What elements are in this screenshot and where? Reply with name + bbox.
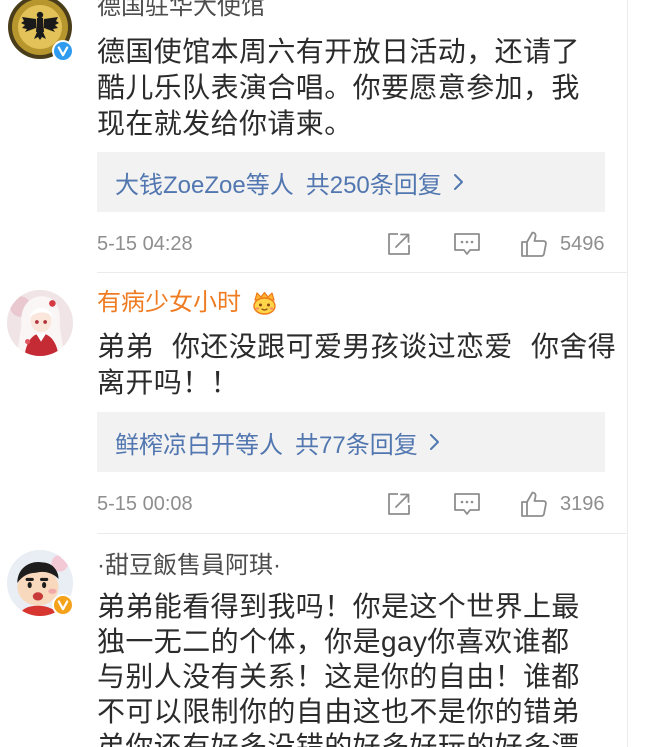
replies-link[interactable]: 鲜榨凉白开等人 共77条回复 xyxy=(97,412,605,472)
comment-text-line: 独一无二的个体，你是gay你喜欢谁都 xyxy=(97,626,570,657)
like-button[interactable]: 3196 xyxy=(520,490,605,518)
comment-text-line: 离开吗！！ xyxy=(97,367,240,398)
verified-badge-icon xyxy=(52,594,74,616)
comment-text-line: 酷儿乐队表演合唱。你要愿意参加，我 xyxy=(97,72,580,103)
comment-text-line: 与别人没有关系！这是你的自由！谁都 xyxy=(97,661,580,692)
reply-button[interactable] xyxy=(453,230,481,258)
chevron-right-icon xyxy=(453,174,463,190)
comment-time: 5-15 04:28 xyxy=(97,233,193,255)
like-button[interactable]: 5496 xyxy=(520,230,605,258)
avatar-anime-girl[interactable] xyxy=(7,290,73,356)
content-edge-line xyxy=(627,0,628,747)
comment-list: 德国驻华大使馆 德国使馆本周六有开放日活动，还请了 酷儿乐队表演合唱。你要愿意参… xyxy=(0,0,646,747)
comment-text-line: 不可以限制你的自由这也不是你的错弟 xyxy=(97,696,580,727)
reply-users: 鲜榨凉白开等人 xyxy=(115,431,283,459)
comment-actions: 5-15 04:28 5496 xyxy=(0,230,627,258)
username[interactable]: 有病少女小时 xyxy=(97,289,241,317)
comment-icon[interactable] xyxy=(453,232,481,256)
verified-badge-icon xyxy=(52,40,74,62)
like-count: 5496 xyxy=(560,233,605,255)
reply-button[interactable] xyxy=(453,490,481,518)
comment-time: 5-15 00:08 xyxy=(97,493,193,515)
like-icon[interactable] xyxy=(520,230,548,258)
like-count: 3196 xyxy=(560,493,605,515)
comment-text-line: 德国使馆本周六有开放日活动，还请了 xyxy=(97,36,580,67)
forward-icon[interactable] xyxy=(386,231,412,257)
username-row: 有病少女小时 xyxy=(97,289,278,317)
username-row: ·甜豆飯售員阿琪· xyxy=(97,552,281,580)
comment-icon[interactable] xyxy=(453,492,481,516)
comment-item: 德国驻华大使馆 德国使馆本周六有开放日活动，还请了 酷儿乐队表演合唱。你要愿意参… xyxy=(0,0,627,280)
like-icon[interactable] xyxy=(520,490,548,518)
forward-button[interactable] xyxy=(386,230,412,258)
reply-count: 共77条回复 xyxy=(295,431,418,459)
chevron-right-icon xyxy=(429,434,439,450)
comment-text-line: 弟弟 你还没跟可爱男孩谈过恋爱 你舍得 xyxy=(97,331,617,362)
reply-count: 共250条回复 xyxy=(305,171,442,199)
forward-icon[interactable] xyxy=(386,491,412,517)
comment-actions: 5-15 00:08 3196 xyxy=(0,490,627,518)
comment-item: ·甜豆飯售員阿琪· 弟弟能看得到我吗！你是这个世界上最 独一无二的个体，你是ga… xyxy=(0,520,627,747)
member-badge-icon[interactable] xyxy=(251,291,278,315)
username[interactable]: ·甜豆飯售員阿琪· xyxy=(97,552,281,580)
comment-text-line: 弟弟能看得到我吗！你是这个世界上最 xyxy=(97,591,580,622)
comment-item: 有病少女小时 弟弟 你还没跟可爱男孩谈过恋爱 你舍得 离开吗！！ 鲜榨凉白开等人… xyxy=(0,260,627,540)
anime-girl-avatar xyxy=(7,290,73,356)
replies-link[interactable]: 大钱ZoeZoe等人 共250条回复 xyxy=(97,152,605,212)
reply-users: 大钱ZoeZoe等人 xyxy=(115,171,294,199)
forward-button[interactable] xyxy=(386,490,412,518)
comment-text-line: 现在就发给你请柬。 xyxy=(97,108,353,139)
username[interactable]: 德国驻华大使馆 xyxy=(97,0,265,21)
comment-text-line: 弟你还有好多没错的好多好玩的好多漂 xyxy=(97,731,580,747)
